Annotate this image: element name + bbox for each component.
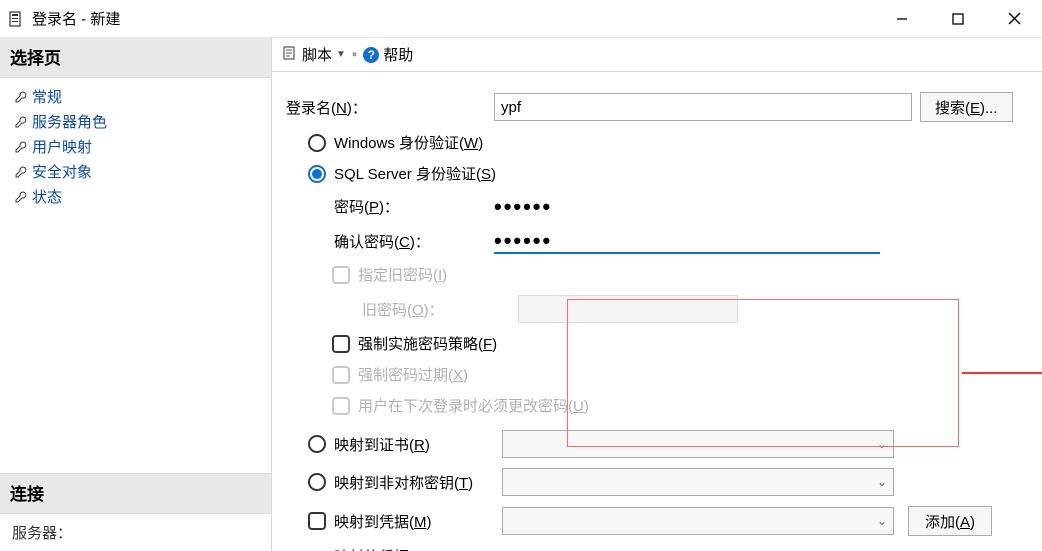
window-title: 登录名 - 新建 [32,8,120,29]
select-page-heading: 选择页 [0,38,271,78]
wrench-icon [14,140,28,154]
nav-item-status[interactable]: 状态 [0,184,271,209]
map-cred-checkbox[interactable] [308,512,326,530]
help-label: 帮助 [383,44,413,65]
windows-auth-label: Windows 身份验证(W) [334,132,483,153]
nav-item-general[interactable]: 常规 [0,84,271,109]
chevron-down-icon: ⌄ [877,475,887,489]
map-cred-label: 映射到凭据(M) [334,511,502,532]
chevron-down-icon: ⌄ [877,437,887,451]
toolbar: 脚本 ▼ ▪ ? 帮助 [272,38,1042,72]
login-name-input[interactable] [494,93,912,121]
confirm-password-label: 确认密码(C)： [286,231,494,252]
map-cred-combo[interactable]: ⌄ [502,507,894,535]
title-bar: 登录名 - 新建 [0,0,1042,38]
enforce-expiration-label: 强制密码过期(X) [358,364,468,385]
connection-body: 服务器： [0,514,271,551]
map-cert-radio[interactable] [308,435,326,453]
password-label: 密码(P)： [286,196,494,217]
script-icon [282,45,298,65]
old-password-input [518,295,738,323]
must-change-password-label: 用户在下次登录时必须更改密码(U) [358,395,589,416]
password-input[interactable]: •••••• [494,194,880,218]
connection-heading: 连接 [0,473,271,514]
windows-auth-radio[interactable] [308,134,326,152]
form-content: 登录名(N)： 搜索(E)... Windows 身份验证(W) SQL Ser… [272,72,1042,551]
toolbar-separator: ▪ [352,46,357,63]
minimize-button[interactable] [874,0,930,37]
server-label: 服务器： [12,525,72,542]
right-panel: 脚本 ▼ ▪ ? 帮助 登录名(N)： 搜索(E)... [272,38,1042,551]
enforce-policy-label: 强制实施密码策略(F) [358,333,497,354]
login-name-label: 登录名(N)： [286,97,494,118]
nav-item-securables[interactable]: 安全对象 [0,159,271,184]
nav-item-server-roles[interactable]: 服务器角色 [0,109,271,134]
map-asym-combo[interactable]: ⌄ [502,468,894,496]
nav-label: 状态 [32,186,62,207]
nav-label: 服务器角色 [32,111,107,132]
nav-label: 安全对象 [32,161,92,182]
nav-list: 常规 服务器角色 用户映射 安全对象 [0,78,271,215]
mapped-cred-label: 映射的凭据 [286,546,518,551]
chevron-down-icon: ⌄ [877,514,887,528]
sql-auth-label: SQL Server 身份验证(S) [334,163,496,184]
wrench-icon [14,165,28,179]
old-password-label: 旧密码(O)： [286,299,518,320]
wrench-icon [14,90,28,104]
nav-item-user-mapping[interactable]: 用户映射 [0,134,271,159]
enforce-expiration-checkbox [332,366,350,384]
script-label: 脚本 [302,44,332,65]
map-asym-radio[interactable] [308,473,326,491]
map-cert-combo[interactable]: ⌄ [502,430,894,458]
window-controls [874,0,1042,37]
help-icon: ? [363,47,379,63]
nav-label: 用户映射 [32,136,92,157]
left-panel: 选择页 常规 服务器角色 用户映射 [0,38,272,551]
specify-old-password-label: 指定旧密码(I) [358,264,447,285]
wrench-icon [14,115,28,129]
search-button[interactable]: 搜索(E)... [920,92,1013,122]
app-icon [8,11,24,27]
chevron-down-icon: ▼ [336,49,346,60]
confirm-password-input[interactable]: •••••• [494,228,880,252]
nav-label: 常规 [32,86,62,107]
map-cert-label: 映射到证书(R) [334,434,502,455]
close-button[interactable] [986,0,1042,37]
map-asym-label: 映射到非对称密钥(T) [334,472,502,493]
maximize-button[interactable] [930,0,986,37]
add-button[interactable]: 添加(A) [908,506,992,536]
specify-old-password-checkbox [332,266,350,284]
enforce-policy-checkbox[interactable] [332,335,350,353]
wrench-icon [14,190,28,204]
help-button[interactable]: ? 帮助 [363,44,413,65]
must-change-password-checkbox [332,397,350,415]
script-button[interactable]: 脚本 ▼ [282,44,346,65]
sql-auth-radio[interactable] [308,165,326,183]
